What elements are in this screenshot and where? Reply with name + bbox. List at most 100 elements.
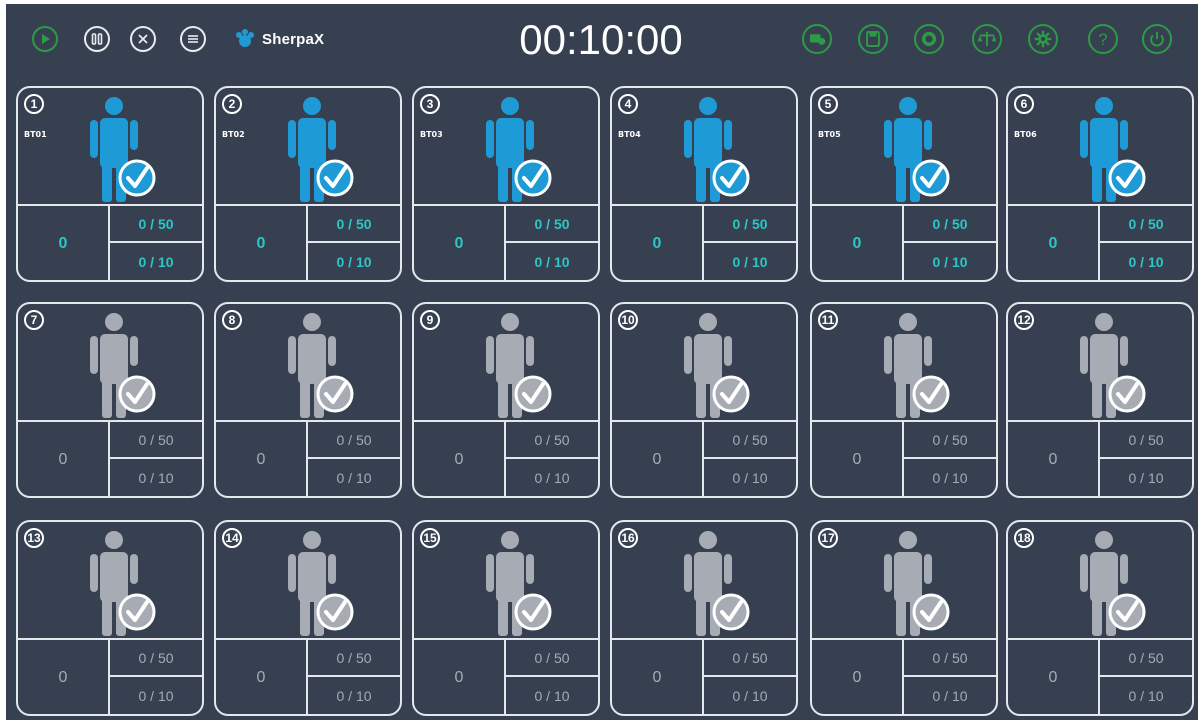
app-window: SherpaX 00:10:00 ? 1 BT01 0 0 / 50 0 / 1… [6, 4, 1198, 720]
users-button[interactable] [802, 24, 832, 54]
person-check-icon [476, 312, 554, 420]
person-check-icon [278, 312, 356, 420]
station-stats: 0 0 / 50 0 / 10 [1008, 638, 1192, 716]
balance-button[interactable] [972, 24, 1002, 54]
station-count: 0 [812, 206, 904, 282]
station-card-17[interactable]: 17 0 0 / 50 0 / 10 [810, 520, 998, 716]
station-number: 17 [818, 528, 838, 548]
station-stats: 0 0 / 50 0 / 10 [1008, 420, 1192, 498]
help-button[interactable]: ? [1088, 24, 1118, 54]
station-card-7[interactable]: 7 0 0 / 50 0 / 10 [16, 302, 204, 498]
station-number: 14 [222, 528, 242, 548]
station-card-9[interactable]: 9 0 0 / 50 0 / 10 [412, 302, 600, 498]
person-check-icon [80, 530, 158, 638]
menu-button[interactable] [180, 26, 206, 52]
station-score-secondary: 0 / 10 [732, 470, 768, 486]
person-check-icon [674, 530, 752, 638]
station-count: 0 [612, 206, 704, 282]
station-score-primary: 0 / 50 [704, 640, 796, 677]
station-score-primary: 0 / 50 [308, 422, 400, 459]
station-code: BT05 [818, 130, 841, 139]
person-check-icon [1070, 530, 1148, 638]
station-card-16[interactable]: 16 0 0 / 50 0 / 10 [610, 520, 798, 716]
save-button[interactable] [858, 24, 888, 54]
person-check-icon [476, 530, 554, 638]
station-score-secondary: 0 / 10 [138, 470, 174, 486]
station-score-primary: 0 / 50 [308, 206, 400, 243]
station-score-primary: 0 / 50 [110, 206, 202, 243]
station-stats: 0 0 / 50 0 / 10 [812, 420, 996, 498]
station-score-secondary: 0 / 10 [932, 254, 968, 270]
station-score-secondary: 0 / 10 [1128, 688, 1164, 704]
station-count: 0 [612, 640, 704, 716]
station-score-secondary: 0 / 10 [336, 254, 372, 270]
settings-button[interactable] [1028, 24, 1058, 54]
station-score-primary: 0 / 50 [1100, 206, 1192, 243]
station-number: 7 [24, 310, 44, 330]
station-card-6[interactable]: 6 BT06 0 0 / 50 0 / 10 [1006, 86, 1194, 282]
station-card-8[interactable]: 8 0 0 / 50 0 / 10 [214, 302, 402, 498]
station-score-secondary: 0 / 10 [932, 470, 968, 486]
person-check-icon [278, 96, 356, 204]
station-card-15[interactable]: 15 0 0 / 50 0 / 10 [412, 520, 600, 716]
station-count: 0 [414, 640, 506, 716]
station-code: BT06 [1014, 130, 1037, 139]
station-count: 0 [812, 640, 904, 716]
station-count: 0 [612, 422, 704, 498]
person-check-icon [874, 312, 952, 420]
station-count: 0 [1008, 640, 1100, 716]
station-score-secondary: 0 / 10 [534, 688, 570, 704]
station-score-primary: 0 / 50 [308, 640, 400, 677]
pause-button[interactable] [84, 26, 110, 52]
station-stats: 0 0 / 50 0 / 10 [414, 420, 598, 498]
station-number: 1 [24, 94, 44, 114]
station-number: 16 [618, 528, 638, 548]
station-score-secondary: 0 / 10 [336, 470, 372, 486]
power-button[interactable] [1142, 24, 1172, 54]
station-number: 4 [618, 94, 638, 114]
record-button[interactable] [914, 24, 944, 54]
station-number: 6 [1014, 94, 1034, 114]
station-number: 5 [818, 94, 838, 114]
station-stats: 0 0 / 50 0 / 10 [812, 638, 996, 716]
station-score-primary: 0 / 50 [506, 206, 598, 243]
station-score-secondary: 0 / 10 [138, 254, 174, 270]
station-card-12[interactable]: 12 0 0 / 50 0 / 10 [1006, 302, 1194, 498]
station-score-secondary: 0 / 10 [932, 688, 968, 704]
station-score-primary: 0 / 50 [704, 422, 796, 459]
station-stats: 0 0 / 50 0 / 10 [18, 638, 202, 716]
station-count: 0 [216, 422, 308, 498]
brand-name: SherpaX [262, 30, 325, 48]
station-count: 0 [18, 640, 110, 716]
station-stats: 0 0 / 50 0 / 10 [216, 204, 400, 282]
person-check-icon [80, 96, 158, 204]
station-card-4[interactable]: 4 BT04 0 0 / 50 0 / 10 [610, 86, 798, 282]
person-check-icon [674, 312, 752, 420]
station-card-10[interactable]: 10 0 0 / 50 0 / 10 [610, 302, 798, 498]
station-score-primary: 0 / 50 [904, 640, 996, 677]
station-card-2[interactable]: 2 BT02 0 0 / 50 0 / 10 [214, 86, 402, 282]
station-number: 2 [222, 94, 242, 114]
station-count: 0 [414, 206, 506, 282]
station-count: 0 [216, 640, 308, 716]
station-number: 12 [1014, 310, 1034, 330]
station-card-1[interactable]: 1 BT01 0 0 / 50 0 / 10 [16, 86, 204, 282]
station-card-11[interactable]: 11 0 0 / 50 0 / 10 [810, 302, 998, 498]
station-count: 0 [18, 422, 110, 498]
station-card-13[interactable]: 13 0 0 / 50 0 / 10 [16, 520, 204, 716]
top-toolbar: SherpaX 00:10:00 ? [6, 4, 1198, 80]
station-card-3[interactable]: 3 BT03 0 0 / 50 0 / 10 [412, 86, 600, 282]
station-card-5[interactable]: 5 BT05 0 0 / 50 0 / 10 [810, 86, 998, 282]
station-score-secondary: 0 / 10 [1128, 470, 1164, 486]
station-card-18[interactable]: 18 0 0 / 50 0 / 10 [1006, 520, 1194, 716]
person-check-icon [1070, 312, 1148, 420]
sherpax-logo-icon [236, 29, 254, 47]
person-check-icon [278, 530, 356, 638]
station-number: 13 [24, 528, 44, 548]
play-button[interactable] [32, 26, 58, 52]
stop-button[interactable] [130, 26, 156, 52]
station-count: 0 [216, 206, 308, 282]
person-check-icon [476, 96, 554, 204]
station-score-secondary: 0 / 10 [534, 254, 570, 270]
station-card-14[interactable]: 14 0 0 / 50 0 / 10 [214, 520, 402, 716]
